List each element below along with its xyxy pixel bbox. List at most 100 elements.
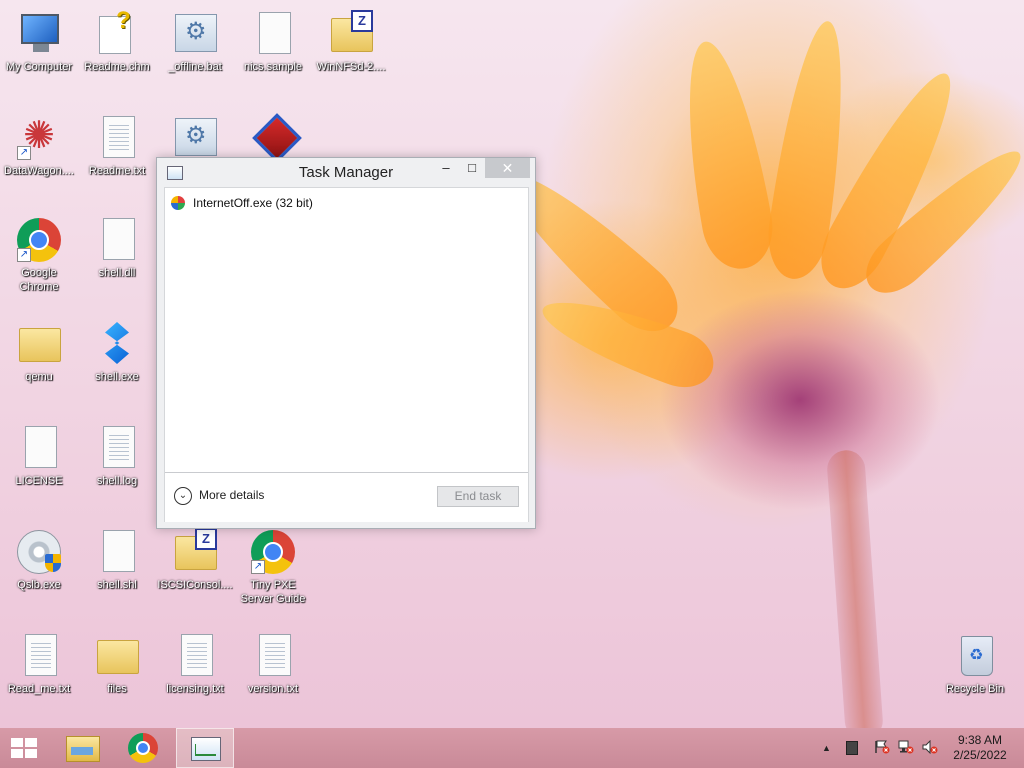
task-manager-icon (191, 737, 221, 761)
taskbar: ▲ 9:38 AM 2/25/2022 (0, 728, 1024, 768)
desktop-icon-label: Readme.txt (88, 165, 146, 177)
folder-icon (19, 328, 61, 362)
flag-icon[interactable] (874, 740, 890, 754)
minimize-button[interactable]: – (433, 158, 459, 178)
desktop-icon-tiny-pxe-guide[interactable]: ↗ Tiny PXE Server Guide (234, 522, 312, 616)
desktop-icon-label: Read_me.txt (7, 683, 71, 695)
desktop-icon-label: nics.sample (243, 61, 303, 73)
taskbar-task-manager[interactable] (176, 728, 234, 768)
text-file-icon (103, 426, 135, 468)
batch-file-icon (175, 118, 217, 156)
desktop-icon-label: Google Chrome (19, 267, 59, 293)
desktop-icon-label: shell.shl (97, 579, 137, 591)
desktop-icon-files[interactable]: files (78, 626, 156, 716)
task-manager-footer: ⌄ More details End task (165, 472, 528, 522)
title-bar[interactable]: Task Manager – □ ✕ (157, 158, 535, 186)
desktop-icon-licensing-txt[interactable]: licensing.txt (156, 626, 234, 716)
desktop-icon-label: DataWagon.... (4, 165, 74, 177)
shortcut-arrow-icon: ↗ (17, 248, 31, 262)
desktop-icon-label: version.txt (247, 683, 299, 695)
clock-time: 9:38 AM (957, 733, 1003, 747)
text-file-icon (103, 116, 135, 158)
desktop-icon-label: Tiny PXE Server Guide (240, 579, 306, 605)
desktop-icon-nics-sample[interactable]: nics.sample (234, 4, 312, 94)
shortcut-arrow-icon: ↗ (17, 146, 31, 160)
close-button[interactable]: ✕ (485, 158, 530, 178)
batch-file-icon (175, 14, 217, 52)
blank-file-icon (259, 12, 291, 54)
desktop-icon-winnfsd[interactable]: Z WinNFSd-2.... (312, 4, 390, 94)
desktop-icon-readme-chm[interactable]: Readme.chm (78, 4, 156, 94)
taskbar-chrome[interactable] (114, 728, 172, 768)
desktop-icon-label: LICENSE (15, 475, 63, 487)
desktop-icon-label: Recycle Bin (945, 683, 1005, 695)
wallpaper-petal (670, 35, 780, 275)
desktop-icon-label: licensing.txt (166, 683, 224, 695)
wallpaper-stem (825, 449, 885, 741)
desktop-icon-label: My Computer (5, 61, 73, 73)
desktop-icon-label: files (107, 683, 127, 695)
desktop-icon-datawagon[interactable]: ✺ ↗ DataWagon.... (0, 108, 78, 198)
zip-badge-icon: Z (195, 528, 217, 550)
tray-app-icon[interactable] (846, 741, 858, 755)
desktop-icon-read-me-txt[interactable]: Read_me.txt (0, 626, 78, 716)
system-clock[interactable]: 9:38 AM 2/25/2022 (944, 733, 1016, 763)
desktop-icon-qemu[interactable]: qemu (0, 314, 78, 404)
folder-icon (97, 640, 139, 674)
desktop-icon-label: qemu (25, 371, 53, 383)
desktop-icon-label: Qslb.exe (17, 579, 61, 591)
clock-date: 2/25/2022 (953, 748, 1007, 762)
desktop-icon-shell-exe[interactable]: shell.exe (78, 314, 156, 404)
maximize-button[interactable]: □ (459, 158, 485, 178)
desktop-icon-readme-txt[interactable]: Readme.txt (78, 108, 156, 198)
desktop-icon-version-txt[interactable]: version.txt (234, 626, 312, 716)
cube-app-icon (252, 113, 302, 163)
show-hidden-icons-button[interactable]: ▲ (822, 743, 831, 753)
desktop-icon-label: shell.log (96, 475, 138, 487)
desktop-icon-qslb-exe[interactable]: Qslb.exe (0, 522, 78, 612)
desktop-icon-label: shell.dll (98, 267, 136, 279)
desktop-icon-shell-shl[interactable]: shell.shl (78, 522, 156, 612)
start-button[interactable] (0, 728, 48, 768)
desktop-icon-license[interactable]: LICENSE (0, 418, 78, 508)
globe-app-icon (171, 196, 185, 210)
shell-app-icon (105, 322, 129, 364)
network-icon[interactable] (898, 740, 914, 754)
recycle-bin-icon (961, 636, 993, 676)
volume-muted-icon[interactable] (922, 739, 938, 755)
desktop-icon-my-computer[interactable]: My Computer (0, 4, 78, 94)
chevron-down-icon: ⌄ (174, 487, 192, 505)
desktop-icon-offline-bat[interactable]: _offline.bat (156, 4, 234, 94)
computer-icon (21, 14, 59, 52)
end-task-button[interactable]: End task (437, 486, 519, 507)
more-details-label: More details (199, 488, 265, 502)
shortcut-arrow-icon: ↗ (251, 560, 265, 574)
desktop-icon-label: shell.exe (95, 371, 139, 383)
blank-file-icon (103, 530, 135, 572)
task-manager-body: InternetOff.exe (32 bit) ⌄ More details … (164, 187, 529, 522)
text-file-icon (181, 634, 213, 676)
taskbar-file-explorer[interactable] (52, 728, 110, 768)
help-file-icon (99, 7, 131, 54)
uac-shield-icon (45, 554, 61, 572)
blank-file-icon (25, 426, 57, 468)
desktop-icon-google-chrome[interactable]: ↗ Google Chrome (0, 210, 78, 302)
zip-badge-icon: Z (351, 10, 373, 32)
process-name: InternetOff.exe (32 bit) (193, 196, 313, 210)
dll-file-icon (103, 218, 135, 260)
windows-logo-icon (11, 738, 37, 758)
desktop-icon-recycle-bin[interactable]: Recycle Bin (936, 626, 1014, 716)
folder-icon (66, 736, 100, 762)
desktop-icon-iscsiconsole[interactable]: Z ISCSIConsol.... (156, 522, 234, 612)
text-file-icon (25, 634, 57, 676)
chrome-icon (128, 733, 158, 763)
text-file-icon (259, 634, 291, 676)
process-list[interactable]: InternetOff.exe (32 bit) (165, 188, 528, 472)
desktop-icon-shell-log[interactable]: shell.log (78, 418, 156, 508)
desktop-icon-label: _offline.bat (168, 61, 222, 73)
desktop-icon-label: ISCSIConsol.... (157, 579, 233, 591)
desktop-icon-label: Readme.chm (84, 61, 150, 73)
task-manager-window[interactable]: Task Manager – □ ✕ InternetOff.exe (32 b… (156, 157, 536, 529)
desktop-icon-shell-dll[interactable]: shell.dll (78, 210, 156, 300)
desktop-icon-label: WinNFSd-2.... (316, 61, 386, 73)
